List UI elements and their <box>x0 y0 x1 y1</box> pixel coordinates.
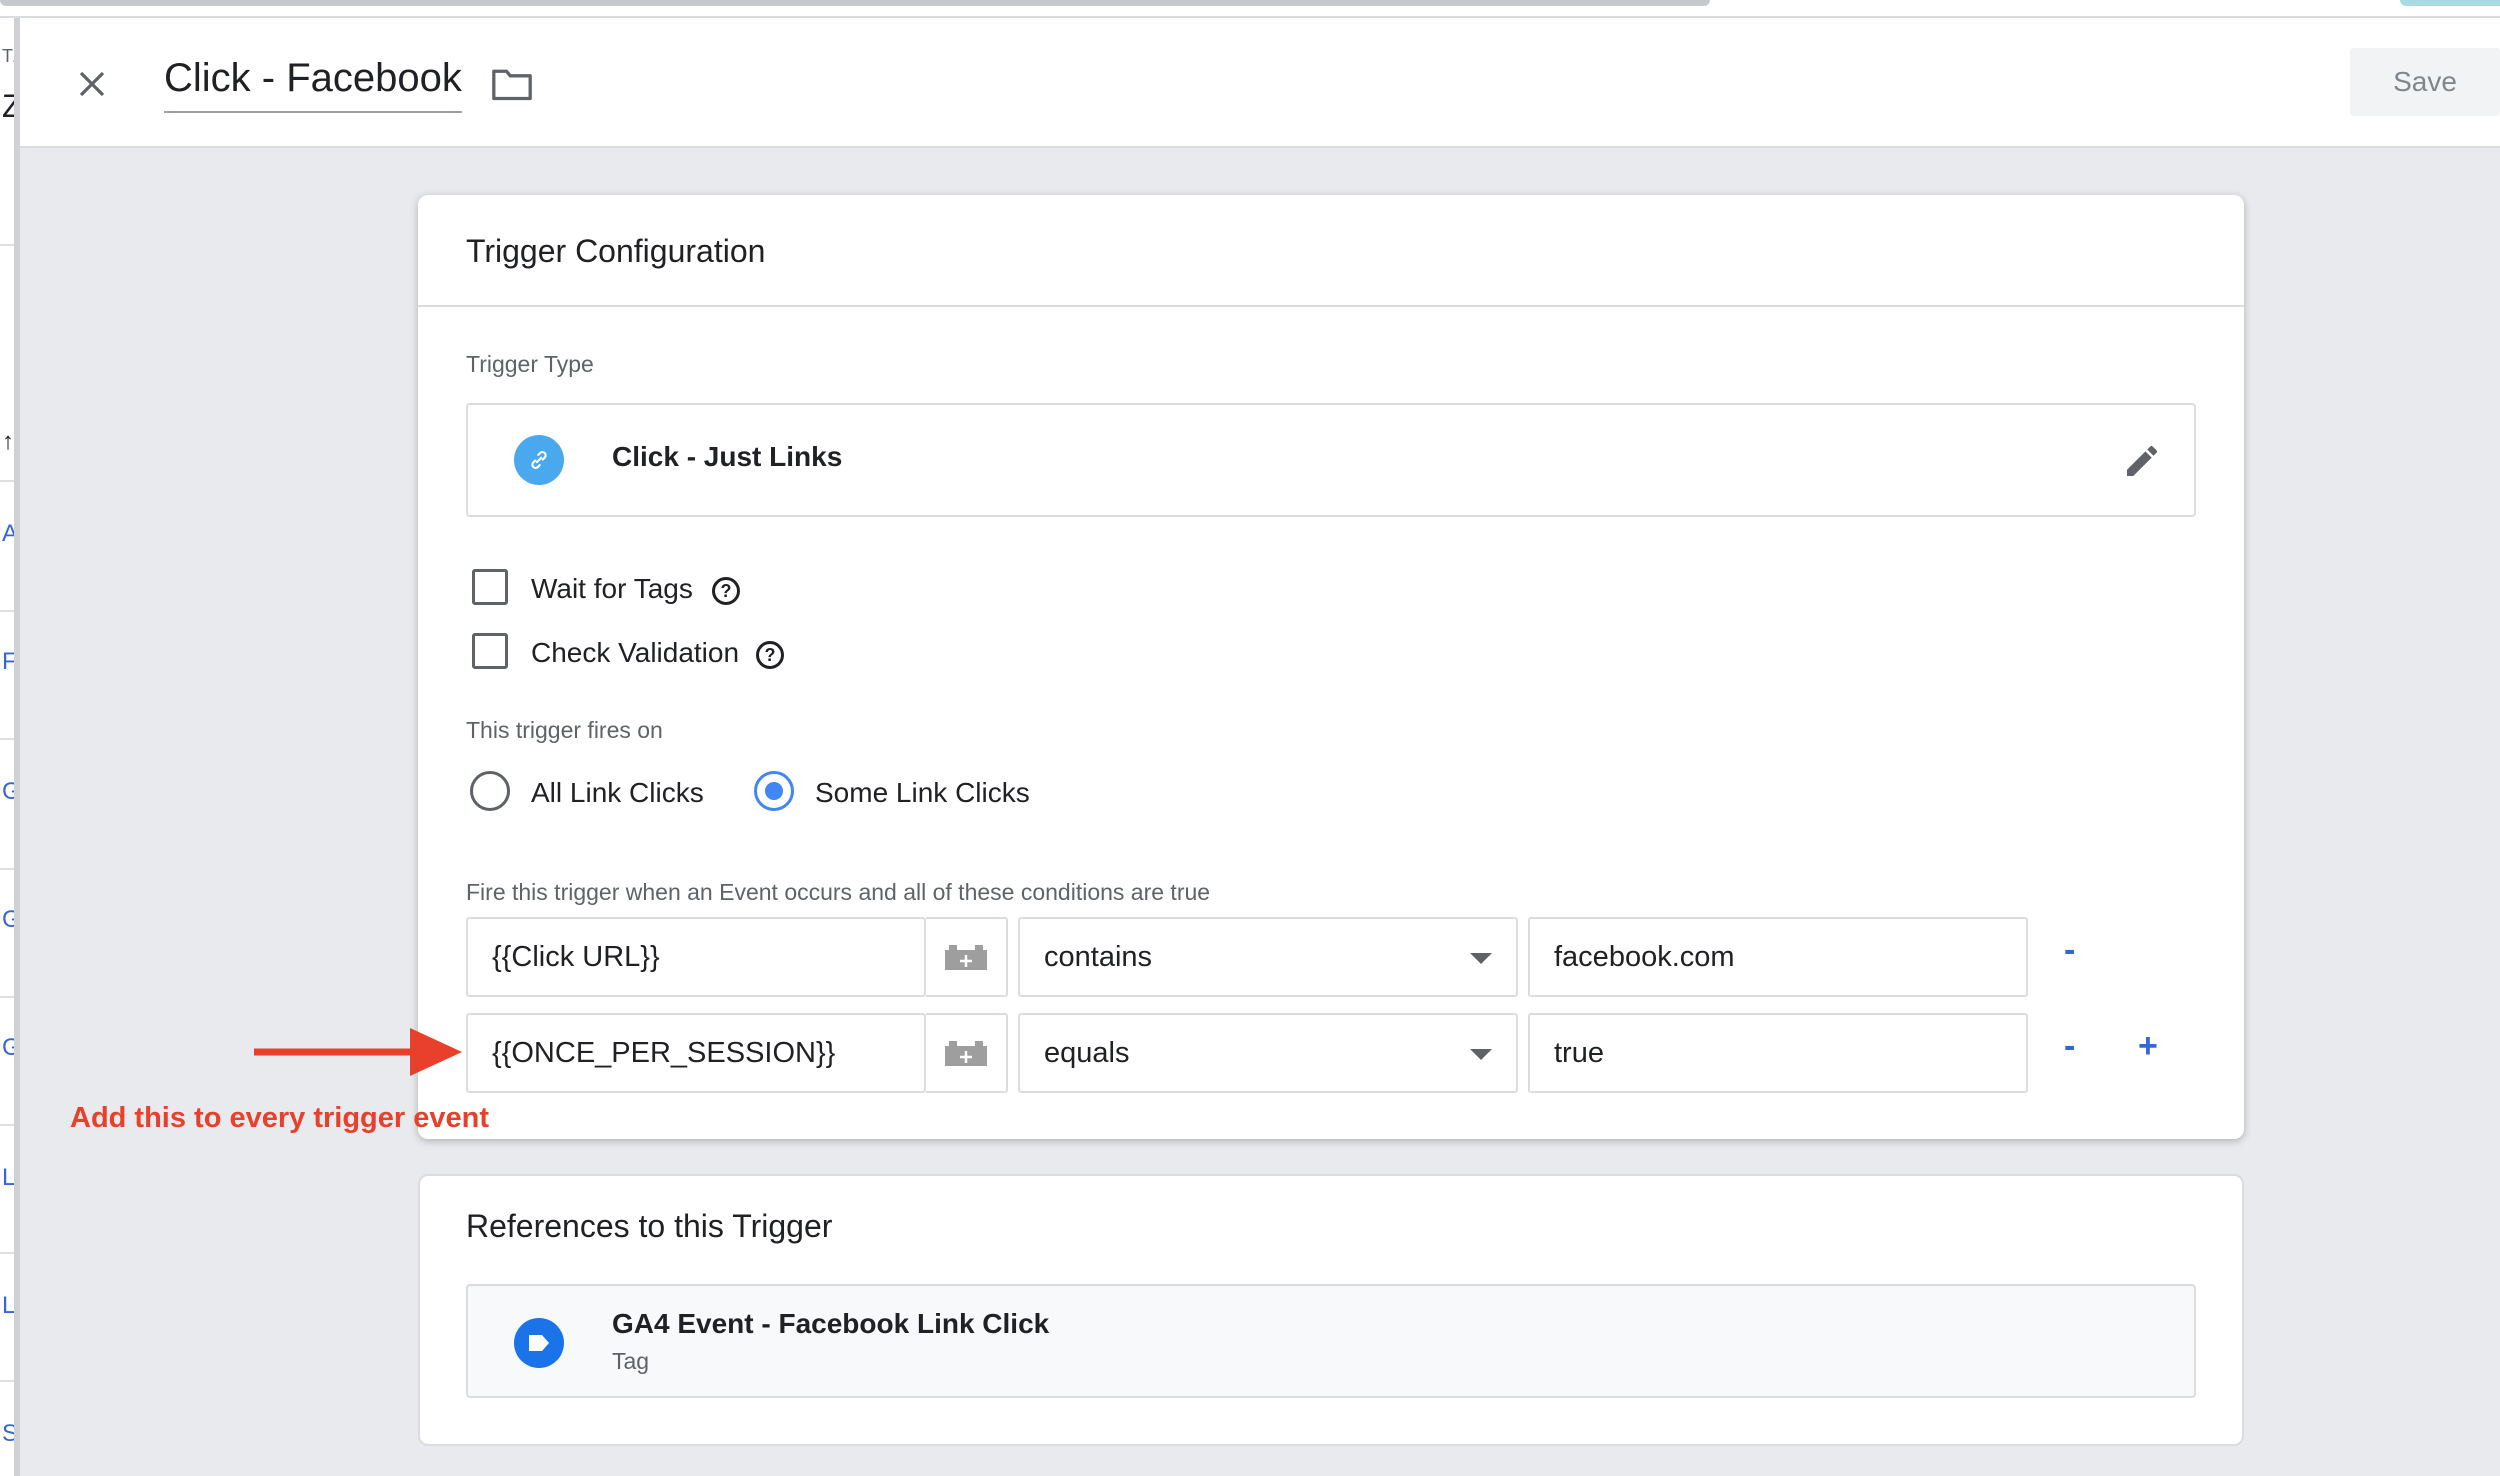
variable-picker-button[interactable] <box>926 1013 1008 1093</box>
some-link-clicks-radio[interactable] <box>754 771 794 811</box>
dropdown-arrow-icon <box>1470 1049 1492 1060</box>
wait-for-tags-label: Wait for Tags <box>531 573 693 604</box>
trigger-name-input[interactable]: Click - Facebook <box>164 56 462 113</box>
reference-kind: Tag <box>612 1348 650 1374</box>
top-accent-bar <box>2400 0 2500 6</box>
variable-block-icon <box>945 1041 987 1066</box>
check-validation-label: Check Validation <box>531 637 740 668</box>
trigger-configuration-card: Trigger Configuration Trigger Type Click… <box>418 195 2244 1139</box>
divider <box>418 305 2244 307</box>
all-link-clicks-label: All Link Clicks <box>531 777 704 808</box>
trigger-type-selector[interactable]: Click - Just Links <box>466 403 2196 517</box>
close-icon[interactable] <box>70 62 114 106</box>
operator-value: equals <box>1044 1036 1130 1069</box>
card-title: Trigger Configuration <box>466 233 766 269</box>
link-icon <box>514 435 564 485</box>
condition-value-field[interactable]: facebook.com <box>1528 917 2028 997</box>
condition-variable-field[interactable]: {{ONCE_PER_SESSION}} <box>466 1013 926 1093</box>
save-button[interactable]: Save <box>2350 48 2500 116</box>
strip-letter: ↑ <box>2 428 14 455</box>
condition-value-field[interactable]: true <box>1528 1013 2028 1093</box>
remove-condition-button[interactable]: - <box>2064 933 2075 967</box>
help-icon[interactable]: ? <box>756 641 784 669</box>
check-validation-checkbox[interactable] <box>472 633 508 669</box>
trigger-type-label: Trigger Type <box>466 351 594 377</box>
condition-variable-field[interactable]: {{Click URL}} <box>466 917 926 997</box>
fires-on-label: This trigger fires on <box>466 717 663 743</box>
condition-operator-select[interactable]: equals <box>1018 1013 1518 1093</box>
variable-picker-button[interactable] <box>926 917 1008 997</box>
help-icon[interactable]: ? <box>712 577 740 605</box>
references-title: References to this Trigger <box>466 1208 833 1244</box>
annotation-arrow <box>254 1028 462 1076</box>
remove-condition-button[interactable]: - <box>2064 1029 2075 1063</box>
add-condition-button[interactable]: + <box>2138 1029 2158 1063</box>
reference-item[interactable]: GA4 Event - Facebook Link Click Tag <box>466 1284 2196 1398</box>
panel-shadow <box>14 18 20 1476</box>
wait-for-tags-checkbox[interactable] <box>472 569 508 605</box>
reference-name: GA4 Event - Facebook Link Click <box>612 1308 1050 1339</box>
annotation-text: Add this to every trigger event <box>70 1102 489 1134</box>
dropdown-arrow-icon <box>1470 953 1492 964</box>
variable-block-icon <box>945 945 987 970</box>
horizontal-scrollbar[interactable] <box>0 0 1710 6</box>
condition-operator-select[interactable]: contains <box>1018 917 1518 997</box>
tag-icon <box>514 1318 564 1368</box>
pencil-icon[interactable] <box>2122 441 2162 481</box>
references-card: References to this Trigger GA4 Event - F… <box>418 1174 2244 1446</box>
all-link-clicks-radio[interactable] <box>470 771 510 811</box>
trigger-type-value: Click - Just Links <box>612 441 843 472</box>
folder-icon[interactable] <box>490 64 534 104</box>
some-link-clicks-label: Some Link Clicks <box>815 777 1030 808</box>
conditions-label: Fire this trigger when an Event occurs a… <box>466 879 1211 905</box>
operator-value: contains <box>1044 940 1153 973</box>
